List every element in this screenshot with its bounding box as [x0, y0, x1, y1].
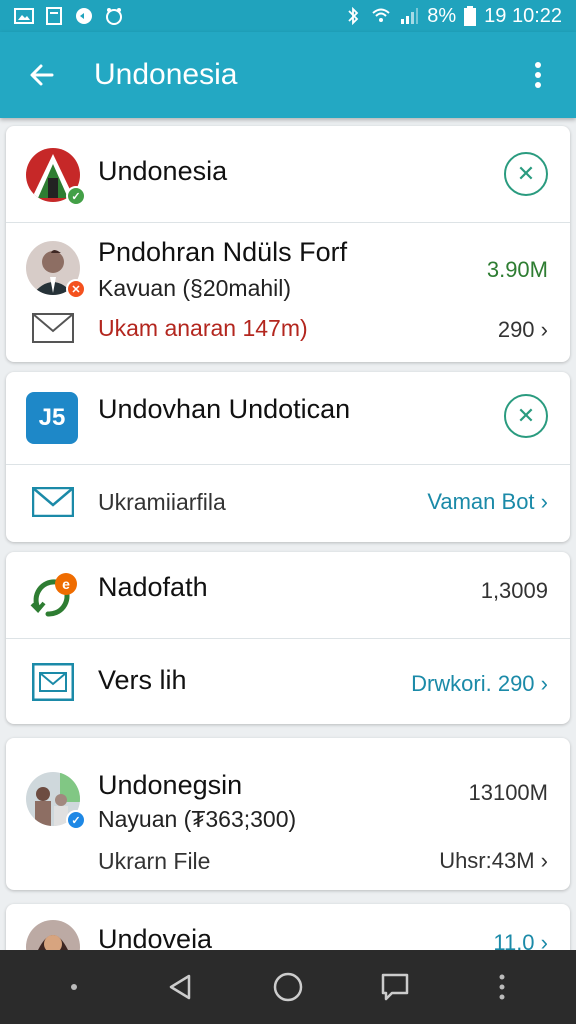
file-size: Uhsr:43M	[439, 848, 535, 873]
list-card: ✓ Undonesia ✕ ✕ Pndohran Ndüls Forf Kavu…	[6, 126, 570, 362]
conversation-list: ✓ Undonesia ✕ ✕ Pndohran Ndüls Forf Kavu…	[0, 118, 576, 950]
list-item[interactable]: Vers lih Drwkori. 290 ›	[6, 639, 570, 724]
list-card: Undoveia 11.0 ›	[6, 904, 570, 950]
list-item[interactable]: Undoveia 11.0 ›	[6, 904, 570, 950]
list-item[interactable]: ✕ Pndohran Ndüls Forf Kavuan (§20mahil) …	[6, 223, 570, 362]
contact-subtitle: Nayuan (₮363;300)	[98, 806, 297, 832]
more-vertical-icon	[499, 974, 505, 1000]
avatar: ✓	[26, 148, 86, 206]
value: 1,3009	[480, 578, 548, 603]
home-nav-button[interactable]	[258, 957, 318, 1017]
app-logo-icon: J5	[26, 392, 78, 444]
app-bar: Undonesia	[0, 32, 576, 118]
list-item[interactable]: ✓ Undonegsin Nayuan (₮363;300) 13100M Uk…	[6, 738, 570, 890]
file-meta: Uhsr:43M ›	[439, 848, 548, 874]
avatar: ✓	[26, 772, 86, 830]
avatar	[26, 920, 80, 950]
mail-icon	[32, 313, 74, 343]
amount: 3.90M	[486, 257, 548, 282]
more-vertical-icon	[535, 62, 541, 88]
document-notification-icon	[46, 7, 62, 25]
contact-name: Nadofath	[98, 572, 208, 602]
mail-meta: Vaman Bot ›	[427, 489, 548, 515]
contact-name: Undonesia	[98, 156, 228, 186]
value: 13100M	[468, 780, 548, 805]
message-notification-icon	[76, 8, 92, 24]
nav-dot-button[interactable]	[44, 957, 104, 1017]
back-button[interactable]	[18, 51, 66, 99]
verified-badge-icon: ✓	[66, 186, 86, 206]
mail-box-icon	[32, 663, 74, 701]
list-card: e Nadofath 1,3009 Vers lih Drwkori. 290 …	[6, 552, 570, 724]
svg-text:e: e	[62, 576, 70, 592]
file-label: Ukrarn File	[98, 848, 211, 874]
value-text: 11.0	[493, 930, 535, 950]
contact-subtitle: Kavuan (§20mahil)	[98, 275, 292, 301]
contact-name: Undonegsin	[98, 770, 243, 800]
mail-meta: 290 ›	[498, 317, 548, 343]
chat-square-icon	[381, 973, 409, 1001]
list-item[interactable]: ✓ Undonesia ✕	[6, 126, 570, 222]
mail-subject: Ukam anaran 147m)	[98, 315, 308, 341]
contact-name: Pndohran Ndüls Forf	[98, 237, 348, 267]
list-item[interactable]: e Nadofath 1,3009	[6, 552, 570, 638]
recents-nav-button[interactable]	[365, 957, 425, 1017]
clock: 19 10:22	[484, 4, 562, 27]
battery-percent: 8%	[427, 4, 457, 27]
list-item[interactable]: J5 Undovhan Undotican ✕	[6, 372, 570, 464]
arrow-left-icon	[30, 64, 54, 86]
system-navigation-bar	[0, 950, 576, 1024]
status-bar: 8% 19 10:22	[0, 0, 576, 32]
item-meta-text: Drwkori. 290	[411, 671, 535, 696]
close-icon: ✕	[516, 161, 536, 186]
close-icon: ✕	[516, 403, 536, 428]
mail-icon	[32, 487, 74, 517]
avatar: e	[26, 570, 80, 624]
value: 11.0 ›	[493, 930, 548, 950]
dot-icon	[70, 984, 77, 990]
system-status: 8% 19 10:22	[343, 5, 562, 28]
contact-name: Undovhan Undotican	[98, 394, 351, 424]
chevron-right-icon: ›	[540, 671, 548, 696]
wifi-icon	[372, 8, 390, 22]
avatar: ✕	[26, 241, 86, 299]
dismiss-button[interactable]: ✕	[504, 394, 548, 438]
item-title: Vers lih	[98, 665, 187, 695]
circle-home-icon	[273, 972, 303, 1002]
chevron-right-icon: ›	[540, 848, 548, 873]
battery-icon	[464, 6, 477, 26]
nav-more-button[interactable]	[472, 957, 532, 1017]
dismiss-button[interactable]: ✕	[504, 152, 548, 196]
page-title: Undonesia	[94, 58, 238, 91]
alert-badge-icon: ✕	[66, 279, 86, 299]
mail-sender: Vaman Bot	[427, 489, 535, 514]
signal-icon	[401, 8, 419, 24]
triangle-back-icon	[169, 974, 191, 1000]
verified-badge-icon: ✓	[66, 810, 86, 830]
mail-subject: Ukramiiarfila	[98, 489, 226, 515]
chevron-right-icon: ›	[540, 317, 548, 342]
app-logo-glyph: J5	[38, 404, 66, 431]
back-nav-button[interactable]	[151, 957, 211, 1017]
sync-icon: e	[30, 573, 77, 617]
person-avatar-icon	[26, 920, 80, 950]
mail-count: 290	[497, 317, 535, 342]
notification-icons	[14, 7, 124, 25]
item-meta: Drwkori. 290 ›	[411, 671, 548, 697]
image-notification-icon	[14, 8, 34, 24]
list-card: J5 Undovhan Undotican ✕ Ukramiiarfila Va…	[6, 372, 570, 542]
list-card: ✓ Undonegsin Nayuan (₮363;300) 13100M Uk…	[6, 738, 570, 890]
chevron-right-icon: ›	[540, 930, 548, 950]
app-notification-icon	[106, 8, 122, 25]
contact-name: Undoveia	[98, 924, 213, 950]
chevron-right-icon: ›	[540, 489, 548, 514]
bluetooth-icon	[348, 7, 359, 25]
list-item[interactable]: Ukramiiarfila Vaman Bot ›	[6, 465, 570, 542]
overflow-menu-button[interactable]	[518, 51, 558, 99]
